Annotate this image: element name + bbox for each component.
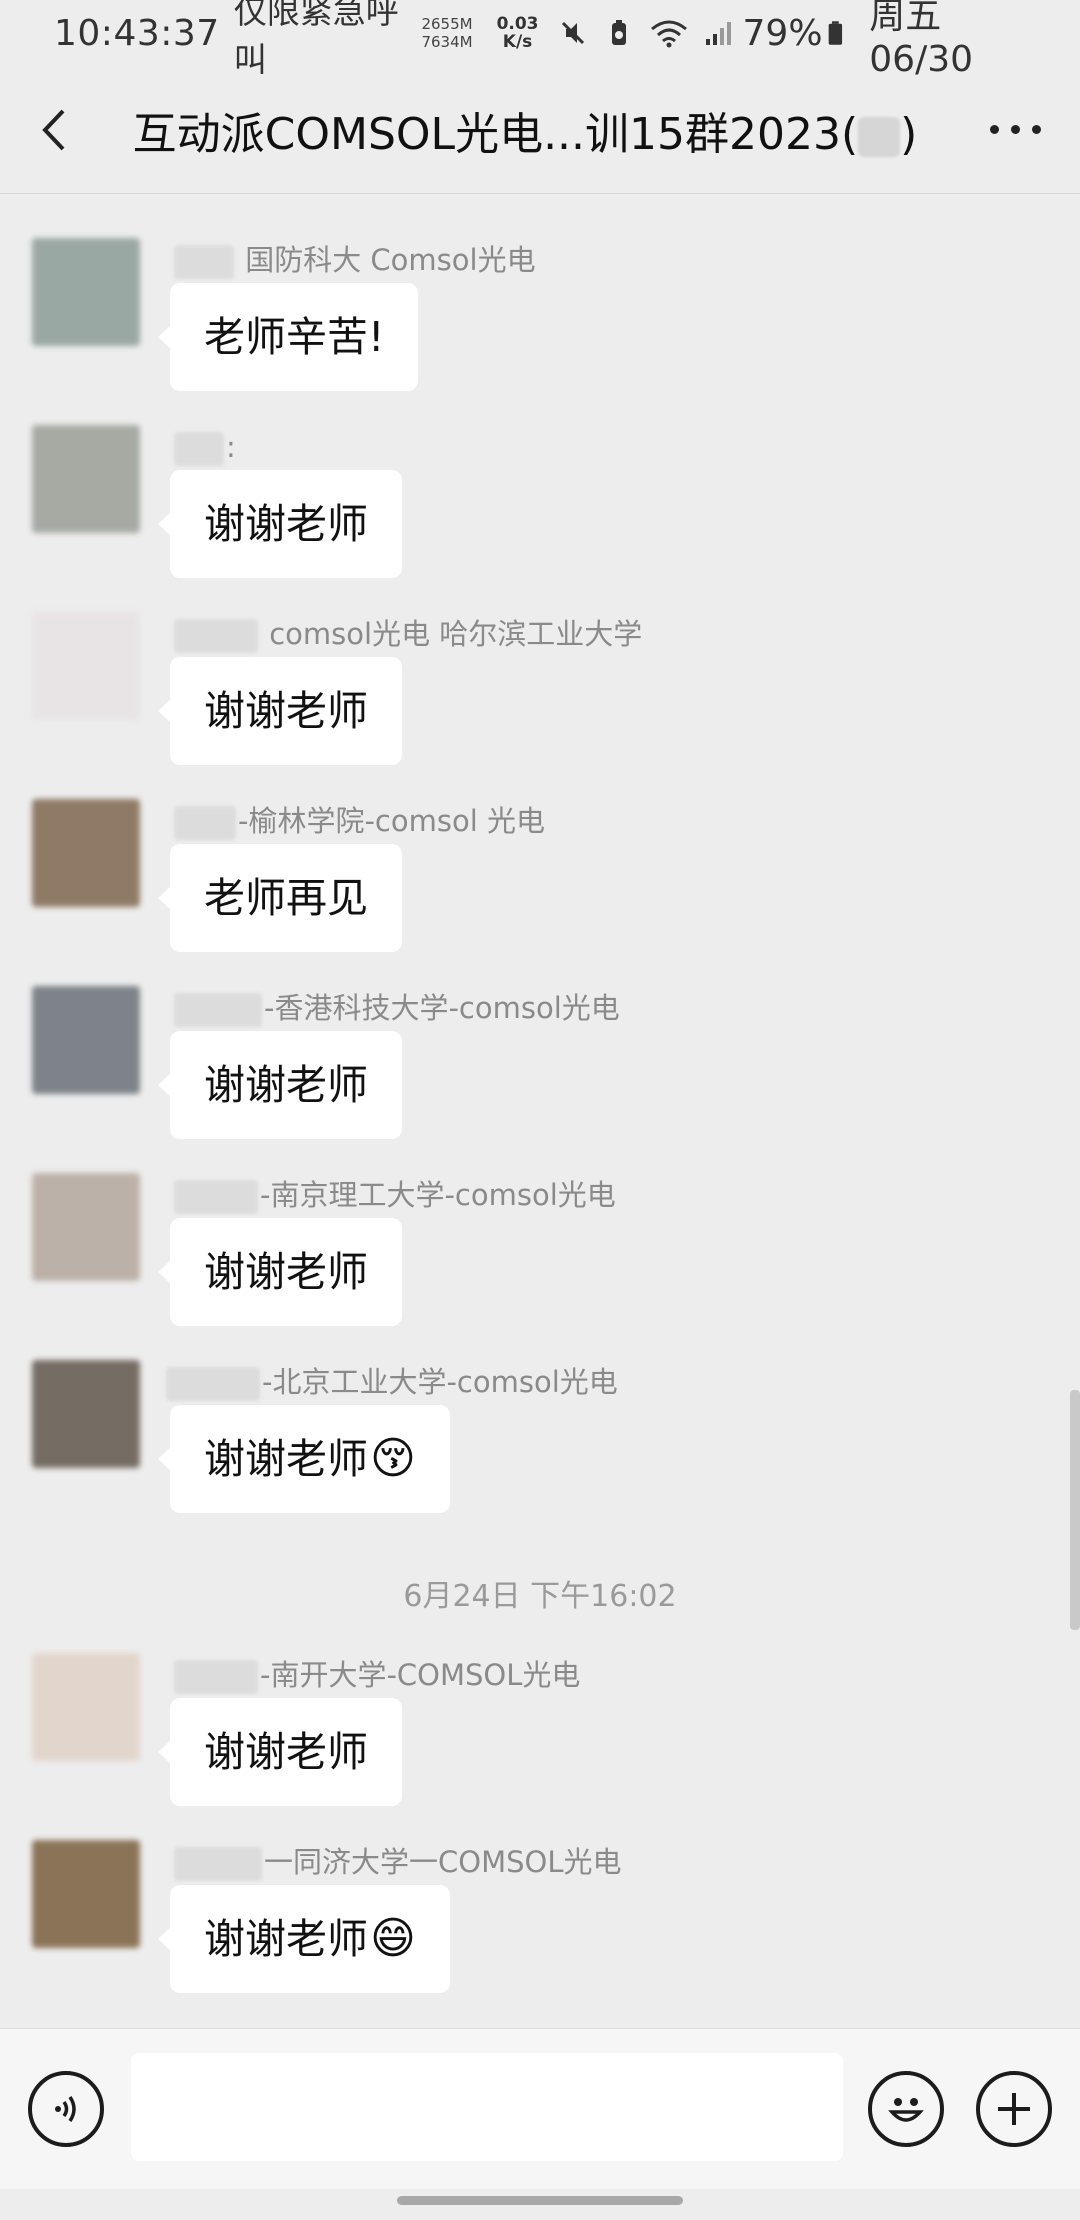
redacted-block [174,806,236,840]
memory-total: 7634M [421,33,473,51]
message-sender-text: 一同济大学一COMSOL光电 [264,1845,622,1879]
signal-icon [705,22,731,45]
more-dot-icon [1010,125,1020,134]
message-bubble[interactable]: 谢谢老师 [158,1031,402,1139]
avatar[interactable] [32,1653,140,1761]
redacted-block [174,1660,258,1694]
message-sender: -北京工业大学-comsol光电 [166,1362,618,1402]
message-bubble[interactable]: 老师辛苦! [157,283,419,391]
message-bubble[interactable]: 谢谢老师 😄 [158,1885,450,1993]
message-text: 谢谢老师 [204,1061,368,1109]
mute-icon [561,21,584,45]
status-time: 10:43:37 [54,12,220,54]
message-bubble[interactable]: 谢谢老师 [158,1698,402,1806]
message-text: 老师辛苦! [204,313,385,361]
message-sender-text: comsol光电 哈尔滨工业大学 [269,617,643,651]
chat-title: 互动派COMSOL光电...训15群2023() [110,98,950,162]
message-text: 谢谢老师 [204,1728,368,1776]
voice-icon [55,2096,76,2122]
chat-title-text: 互动派COMSOL光电...训15群2023( [132,108,859,160]
status-bar: 10:43:37 仅限紧急呼叫 2655M 7634M 0.03 K/s 79%… [0,0,1080,80]
message-text: 谢谢老师 [204,500,368,548]
message-bubble[interactable]: 老师再见 [158,844,402,952]
redacted-block [166,1367,260,1401]
message-text: 谢谢老师 [204,1435,368,1483]
message-text: 谢谢老师 [204,1248,368,1296]
message-sender-text: -香港科技大学-comsol光电 [264,991,620,1025]
redacted-block [174,432,224,466]
network-speed-unit: K/s [502,32,533,52]
redacted-block [174,993,262,1027]
message-sender: comsol光电 哈尔滨工业大学 [174,614,642,654]
avatar[interactable] [32,1360,140,1468]
message-input[interactable] [131,2053,843,2161]
message-bubble[interactable]: 谢谢老师 [158,1218,402,1326]
message-bubble[interactable]: 谢谢老师 😚 [158,1405,450,1513]
chat-message-list[interactable]: 国防科大 Comsol光电 老师辛苦! : 谢谢老师 comsol光电 哈尔滨工… [0,195,1080,2025]
chat-header: 互动派COMSOL光电...训15群2023() [0,66,1080,194]
redacted-block [174,1180,258,1214]
message-bubble[interactable]: 谢谢老师 [158,470,402,578]
message-text: 谢谢老师 [204,687,368,735]
status-icons [557,17,735,49]
memory-readout: 2655M 7634M [421,15,472,51]
more-dot-icon [1031,125,1041,134]
message-sender-text: -南开大学-COMSOL光电 [260,1658,581,1692]
avatar[interactable] [32,1173,140,1281]
battery-percent: 79% [742,12,823,54]
message-bubble[interactable]: 谢谢老师 [158,657,402,765]
message-sender: -南京理工大学-comsol光电 [174,1175,616,1215]
message-text: 谢谢老师 [204,1915,368,1963]
input-bar [0,2028,1080,2189]
home-indicator[interactable] [397,2196,683,2205]
message-sender: -南开大学-COMSOL光电 [174,1655,580,1695]
recycle-icon [611,20,626,45]
chevron-left-icon [42,109,65,150]
redacted-block [174,1847,262,1881]
scrollbar[interactable] [1070,1390,1080,1630]
redacted-block [174,619,258,653]
battery-icon [828,21,842,45]
chat-timestamp: 6月24日 下午16:02 [403,1579,677,1614]
kissing-face-emoji: 😚 [370,1433,416,1484]
message-sender-text: -北京工业大学-comsol光电 [262,1365,618,1399]
message-sender: 一同济大学一COMSOL光电 [174,1842,622,1882]
message-sender: -榆林学院-comsol 光电 [174,801,545,841]
message-sender: 国防科大 Comsol光电 [174,240,536,280]
redacted-block [174,245,234,279]
avatar[interactable] [32,799,140,907]
message-sender: -香港科技大学-comsol光电 [174,988,620,1028]
message-sender-text: -南京理工大学-comsol光电 [260,1178,616,1212]
wifi-icon [650,20,687,48]
avatar[interactable] [32,1840,140,1948]
voice-button[interactable] [28,2071,104,2147]
avatar[interactable] [32,612,140,720]
emoji-icon [888,2098,924,2122]
more-dot-icon [989,125,999,134]
plus-icon [998,2093,1030,2125]
avatar[interactable] [32,986,140,1094]
message-sender: : [174,427,236,467]
message-sender-text: -榆林学院-comsol 光电 [238,804,545,838]
more-options-button[interactable] [950,66,1080,194]
emoji-button[interactable] [868,2071,944,2147]
message-text: 老师再见 [204,874,368,922]
network-speed-value: 0.03 [496,14,539,34]
message-sender-text: 国防科大 Comsol光电 [245,243,536,277]
avatar[interactable] [32,238,140,346]
redacted-block [858,116,901,157]
message-sender-text: : [226,430,236,464]
grinning-face-emoji: 😄 [370,1913,416,1964]
avatar[interactable] [32,425,140,533]
network-speed: 0.03 K/s [497,15,539,51]
memory-used: 2655M [421,15,473,33]
chat-title-suffix: ) [900,108,918,160]
back-button[interactable] [0,66,110,194]
plus-button[interactable] [976,2071,1052,2147]
